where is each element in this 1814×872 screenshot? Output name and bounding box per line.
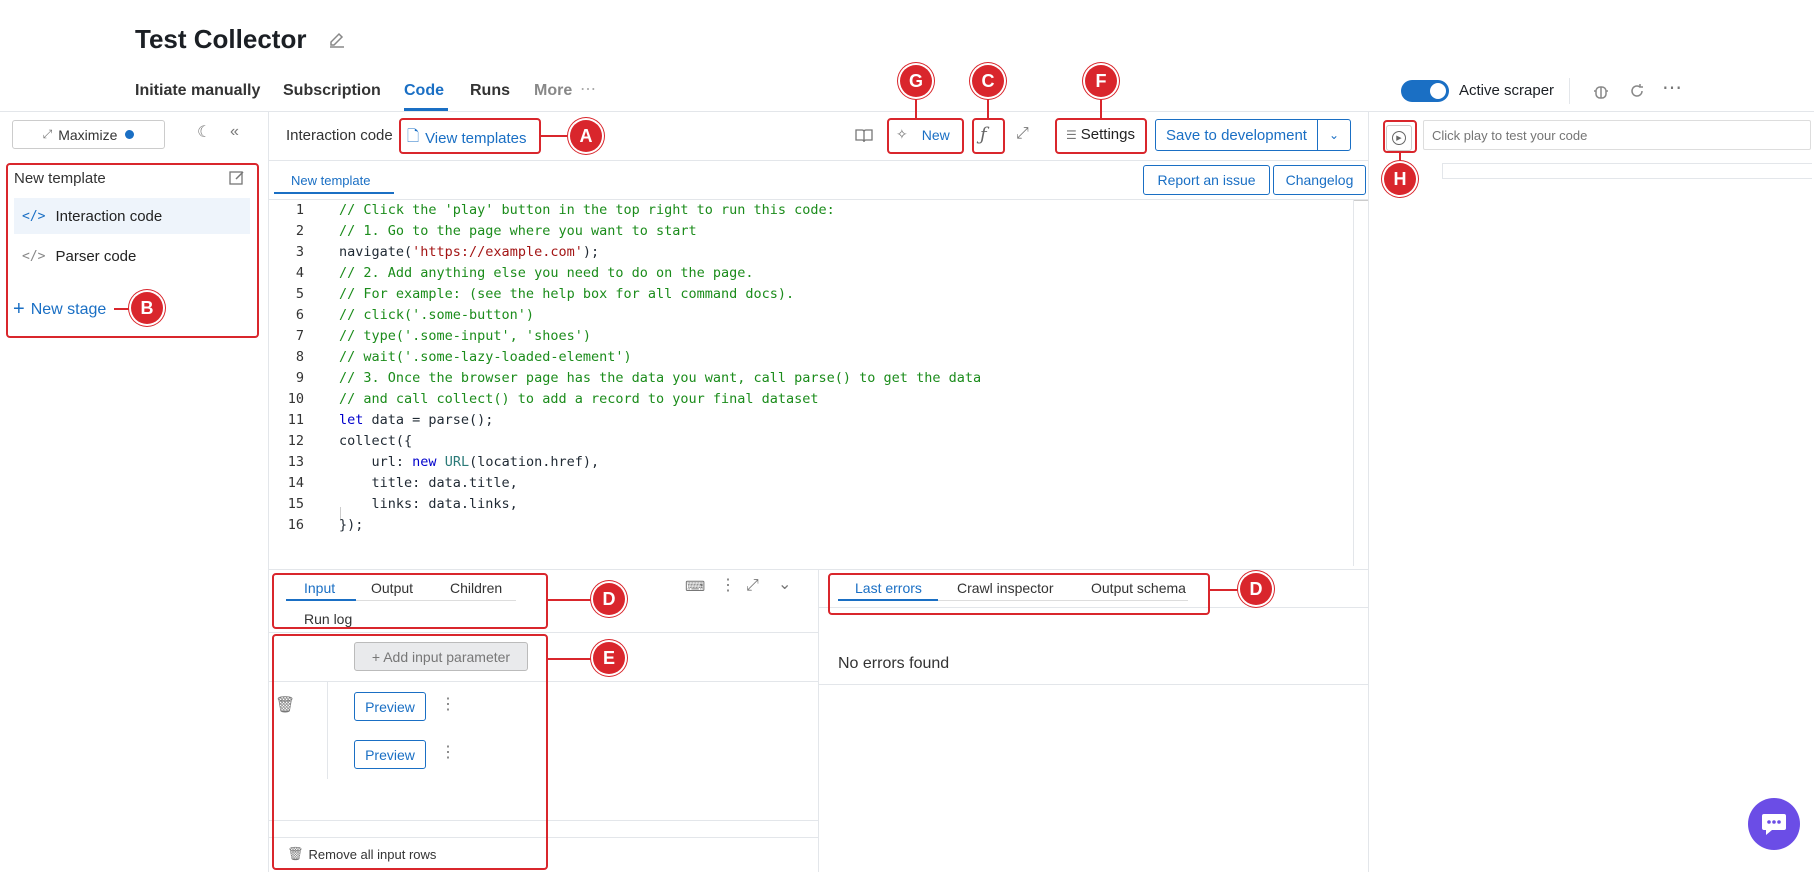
editor-tab-new-template[interactable]: New template <box>291 173 370 188</box>
collapse-sidebar-icon[interactable]: « <box>230 124 239 140</box>
toolbar-bottom-border <box>269 160 1369 161</box>
code-line: let data = parse(); <box>339 412 494 428</box>
code-line: // 2. Add anything else you need to do o… <box>339 265 754 281</box>
page-title: Test Collector <box>135 24 307 54</box>
status-dot <box>125 130 135 139</box>
errors-row-border <box>819 684 1368 685</box>
changelog-button[interactable]: Changelog <box>1273 165 1366 195</box>
debug-icon[interactable] <box>1592 82 1610 100</box>
annotation-box-e <box>272 634 548 870</box>
save-to-development-button[interactable]: Save to development <box>1155 119 1318 151</box>
code-line: url: new URL(location.href), <box>339 454 600 470</box>
edit-title-icon[interactable] <box>328 31 346 49</box>
chat-bubble-icon <box>1762 814 1786 835</box>
annotation-box-d-errors <box>828 573 1210 615</box>
code-line: // click('.some-button') <box>339 307 535 323</box>
header-bottom-border <box>0 111 1814 112</box>
preview-divider <box>1368 111 1369 872</box>
annotation-box-f <box>1055 118 1147 154</box>
docs-book-icon[interactable] <box>855 128 873 144</box>
expand-panel-icon[interactable]: ⤢ <box>746 578 759 594</box>
bottom-panel-divider <box>818 569 819 872</box>
code-editor[interactable]: // Click the 'play' button in the top ri… <box>339 200 981 536</box>
maximize-button[interactable]: ⤢ Maximize <box>12 120 165 149</box>
code-line: }); <box>339 517 364 533</box>
editor-scrollbar-mark <box>1354 200 1368 201</box>
kebab-menu-icon[interactable]: ⋮ <box>720 578 736 594</box>
editor-tab-underline <box>274 192 394 194</box>
no-errors-text: No errors found <box>838 655 950 672</box>
annotation-line-f <box>1100 98 1102 118</box>
sidebar-divider <box>268 111 269 872</box>
expand-icon[interactable]: ⤢ <box>1016 126 1029 142</box>
annotation-marker-a: A <box>570 120 602 152</box>
annotation-marker-b: B <box>131 292 163 324</box>
annotation-marker-d-errors: D <box>1240 573 1272 605</box>
code-line: // wait('.some-lazy-loaded-element') <box>339 349 632 365</box>
terminal-icon[interactable]: ⌨ <box>685 578 705 594</box>
code-line: // and call collect() to add a record to… <box>339 391 819 407</box>
active-scraper-label: Active scraper <box>1459 82 1555 99</box>
preview-frame <box>1442 163 1812 179</box>
annotation-box-a <box>399 118 541 154</box>
tab-more[interactable]: More <box>534 82 572 100</box>
annotation-box-d-input <box>272 573 548 629</box>
annotation-line-a <box>541 135 567 137</box>
maximize-icon: ⤢ <box>42 127 53 141</box>
code-line: // 1. Go to the page where you want to s… <box>339 223 697 239</box>
chevron-down-icon: ⌄ <box>1328 128 1340 142</box>
header-divider <box>1569 78 1570 104</box>
more-dots-icon[interactable]: ⋯ <box>580 82 596 98</box>
preview-url-input[interactable] <box>1423 120 1811 150</box>
annotation-marker-d-input: D <box>593 583 625 615</box>
annotation-line-c <box>987 98 989 118</box>
chat-widget-button[interactable] <box>1748 798 1800 850</box>
code-line: navigate('https://example.com'); <box>339 244 600 260</box>
annotation-marker-e: E <box>593 642 625 674</box>
maximize-label: Maximize <box>58 126 118 143</box>
annotation-box-c <box>972 118 1005 154</box>
menu-dots-icon[interactable]: ⋯ <box>1662 78 1682 98</box>
annotation-line-b <box>114 308 130 310</box>
editor-scrollbar-track[interactable] <box>1353 200 1354 566</box>
tab-runs[interactable]: Runs <box>470 82 510 100</box>
annotation-box-g <box>887 118 964 154</box>
code-line: // 3. Once the browser page has the data… <box>339 370 982 386</box>
tab-code[interactable]: Code <box>404 82 444 100</box>
collapse-panel-icon[interactable]: ⌄ <box>778 577 791 593</box>
annotation-line-d-errors <box>1210 589 1238 591</box>
save-dropdown-button[interactable]: ⌄ <box>1317 119 1351 151</box>
code-line: title: data.title, <box>339 475 518 491</box>
app-root: Test Collector Initiate manually Subscri… <box>0 0 1814 872</box>
annotation-line-e <box>548 658 591 660</box>
active-scraper-toggle[interactable] <box>1401 80 1449 102</box>
tab-initiate-manually[interactable]: Initiate manually <box>135 82 260 100</box>
input-tab-border <box>269 632 818 633</box>
annotation-marker-g: G <box>900 65 932 97</box>
annotation-marker-f: F <box>1085 65 1117 97</box>
annotation-line-h <box>1399 153 1401 163</box>
code-line: // type('.some-input', 'shoes') <box>339 328 591 344</box>
code-line: links: data.links, <box>339 496 518 512</box>
report-issue-button[interactable]: Report an issue <box>1143 165 1270 195</box>
annotation-marker-h: H <box>1384 163 1416 195</box>
tab-subscription[interactable]: Subscription <box>283 82 381 100</box>
code-line: // Click the 'play' button in the top ri… <box>339 202 835 218</box>
code-line: // For example: (see the help box for al… <box>339 286 795 302</box>
annotation-line-d-input <box>548 599 591 601</box>
annotation-line-g <box>915 98 917 118</box>
bottom-panel-border <box>269 569 1369 570</box>
annotation-box-h <box>1383 120 1417 153</box>
annotation-marker-c: C <box>972 65 1004 97</box>
dark-mode-icon[interactable]: ☾ <box>197 125 211 141</box>
line-numbers: 1234 5678 9 10 11 12 13 14 15 16 <box>287 202 304 533</box>
code-line: collect({ <box>339 433 413 449</box>
interaction-code-label: Interaction code <box>286 127 393 144</box>
refresh-icon[interactable] <box>1628 82 1646 100</box>
